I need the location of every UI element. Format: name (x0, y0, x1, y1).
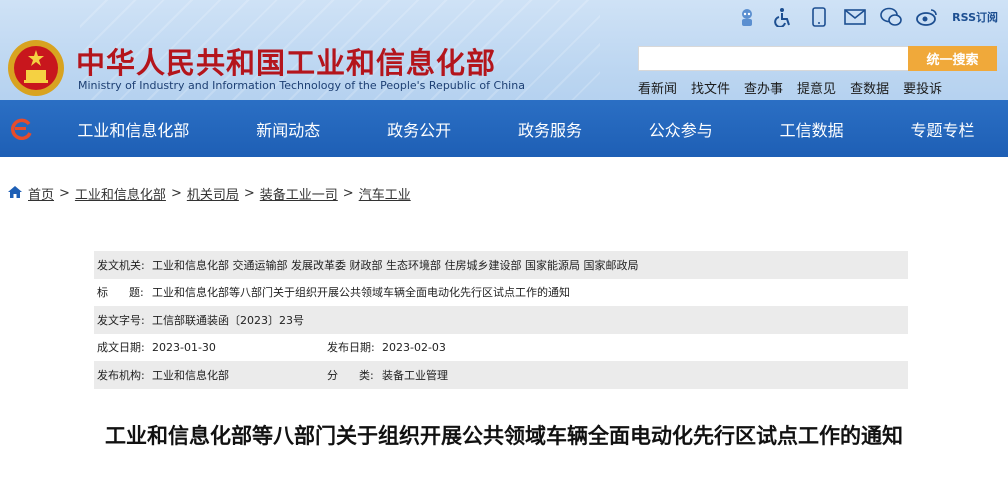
document-title: 工业和信息化部等八部门关于组织开展公共领域车辆全面电动化先行区试点工作的通知 (105, 424, 903, 448)
doc-no-value: 工信部联通装函〔2023〕23号 (152, 313, 304, 327)
breadcrumb-home[interactable]: 首页 (28, 184, 54, 203)
national-emblem-logo[interactable] (6, 38, 66, 98)
mail-icon[interactable] (844, 6, 866, 28)
category-value: 装备工业管理 (382, 368, 448, 382)
meta-row-doc-no: 发文字号: 工信部联通装函〔2023〕23号 (94, 306, 908, 334)
quick-link-feedback[interactable]: 提意见 (797, 78, 836, 97)
nav-item-gov-info[interactable]: 政务公开 (381, 117, 457, 141)
breadcrumb-miit[interactable]: 工业和信息化部 (75, 184, 166, 203)
search-bar: 统一搜索 (638, 46, 997, 71)
site-title[interactable]: 中华人民共和国工业和信息化部 (76, 40, 496, 82)
title-value: 工业和信息化部等八部门关于组织开展公共领域车辆全面电动化先行区试点工作的通知 (152, 286, 570, 300)
quick-link-data[interactable]: 查数据 (850, 78, 889, 97)
breadcrumb-separator: > (243, 186, 255, 201)
breadcrumb-separator: > (342, 186, 354, 201)
site-title-english: Ministry of Industry and Information Tec… (78, 79, 525, 92)
meta-row-publisher: 发布机构: 工业和信息化部 分 类: 装备工业管理 (94, 361, 908, 389)
doc-no-label: 发文字号: (97, 313, 145, 327)
pub-date-value: 2023-02-03 (382, 340, 446, 354)
category-label: 分 类: (327, 368, 374, 382)
quick-link-complaint[interactable]: 要投诉 (903, 78, 942, 97)
robot-icon[interactable] (736, 6, 758, 28)
breadcrumb-separator: > (170, 186, 182, 201)
nav-item-data[interactable]: 工信数据 (774, 117, 850, 141)
top-toolbar: RSS订阅 (736, 6, 998, 28)
pub-date-label: 发布日期: (327, 341, 375, 355)
weibo-icon[interactable] (916, 6, 938, 28)
breadcrumb-equipment-dept[interactable]: 装备工业一司 (260, 184, 338, 203)
meta-row-title: 标 题: 工业和信息化部等八部门关于组织开展公共领域车辆全面电动化先行区试点工作… (94, 279, 908, 307)
meta-row-issuer: 发文机关: 工业和信息化部 交通运输部 发展改革委 财政部 生态环境部 住房城乡… (94, 251, 908, 279)
document-meta-table: 发文机关: 工业和信息化部 交通运输部 发展改革委 财政部 生态环境部 住房城乡… (94, 251, 908, 389)
e-logo-icon[interactable] (0, 100, 44, 157)
meta-row-dates: 成文日期: 2023-01-30 发布日期: 2023-02-03 (94, 334, 908, 362)
nav-item-public[interactable]: 公众参与 (643, 117, 719, 141)
breadcrumb: 首页 > 工业和信息化部 > 机关司局 > 装备工业一司 > 汽车工业 (8, 184, 411, 203)
main-nav: 工业和信息化部 新闻动态 政务公开 政务服务 公众参与 工信数据 专题专栏 (0, 100, 1008, 157)
quick-links: 看新闻 找文件 查办事 提意见 查数据 要投诉 (638, 78, 942, 97)
issuer-value: 工业和信息化部 交通运输部 发展改革委 财政部 生态环境部 住房城乡建设部 国家… (152, 258, 639, 272)
title-label: 标 题: (97, 286, 144, 300)
nav-item-miit[interactable]: 工业和信息化部 (71, 117, 195, 141)
nav-item-news[interactable]: 新闻动态 (250, 117, 326, 141)
publisher-value: 工业和信息化部 (152, 368, 229, 382)
breadcrumb-auto-industry[interactable]: 汽车工业 (359, 184, 411, 203)
date-value: 2023-01-30 (152, 340, 216, 354)
nav-item-gov-services[interactable]: 政务服务 (512, 117, 588, 141)
date-label: 成文日期: (97, 341, 145, 355)
mobile-icon[interactable] (808, 6, 830, 28)
publisher-label: 发布机构: (97, 368, 145, 382)
breadcrumb-departments[interactable]: 机关司局 (187, 184, 239, 203)
issuer-label: 发文机关: (97, 258, 145, 272)
site-header: RSS订阅 中华人民共和国工业和信息化部 Ministry of Industr… (0, 0, 1008, 157)
rss-link[interactable]: RSS订阅 (952, 9, 998, 25)
search-button[interactable]: 统一搜索 (908, 46, 997, 71)
quick-link-news[interactable]: 看新闻 (638, 78, 677, 97)
nav-item-topics[interactable]: 专题专栏 (904, 117, 980, 141)
home-icon (8, 185, 22, 202)
quick-link-services[interactable]: 查办事 (744, 78, 783, 97)
search-input[interactable] (638, 46, 908, 71)
quick-link-documents[interactable]: 找文件 (691, 78, 730, 97)
breadcrumb-separator: > (59, 186, 70, 201)
wechat-icon[interactable] (880, 6, 902, 28)
accessibility-icon[interactable] (772, 6, 794, 28)
